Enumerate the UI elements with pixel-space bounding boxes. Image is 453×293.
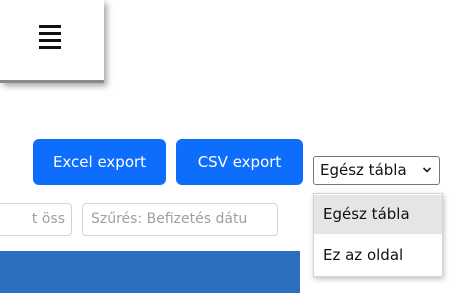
- hamburger-menu-icon[interactable]: [39, 25, 61, 51]
- excel-export-button[interactable]: Excel export: [33, 139, 166, 185]
- filter-input-befizetes-datum[interactable]: Szűrés: Befizetés dátu: [82, 203, 278, 236]
- table-header: [0, 251, 300, 293]
- chevron-down-icon: [422, 157, 432, 194]
- export-scope-value: Egész tábla: [320, 161, 407, 179]
- filter-placeholder-befizetes-datum: Szűrés: Befizetés dátu: [91, 211, 248, 227]
- filter-placeholder-column-1: t öss: [31, 211, 65, 227]
- menu-panel: [0, 0, 104, 83]
- export-scope-select[interactable]: Egész tábla: [313, 156, 440, 185]
- export-scope-dropdown: Egész tábla Ez az oldal: [313, 193, 443, 277]
- dropdown-option-egesz-tabla[interactable]: Egész tábla: [314, 195, 442, 234]
- csv-export-button[interactable]: CSV export: [176, 139, 303, 185]
- dropdown-option-ez-az-oldal[interactable]: Ez az oldal: [314, 236, 442, 275]
- filter-input-column-1[interactable]: t öss: [0, 203, 72, 236]
